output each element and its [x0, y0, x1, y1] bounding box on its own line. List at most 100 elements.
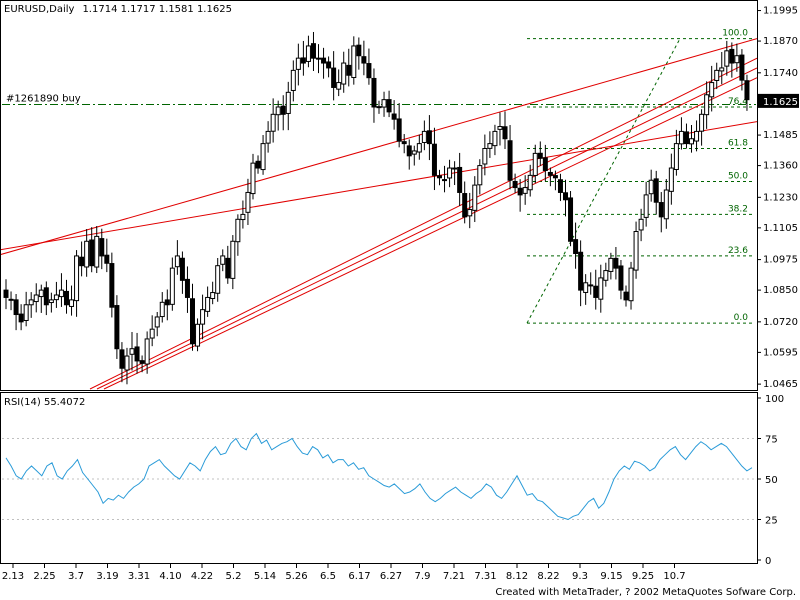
candle-bull — [33, 294, 39, 303]
candle-bear — [573, 239, 579, 254]
candle-bull — [608, 257, 614, 272]
x-tick-label: 2.13 — [2, 571, 24, 582]
candle-bear — [366, 63, 372, 79]
candle-bear — [331, 67, 337, 88]
candle-bull — [628, 267, 634, 302]
x-tick-label: 3.19 — [96, 571, 118, 582]
candle-bear — [190, 298, 195, 345]
candle-bear — [401, 141, 407, 145]
candle-bull — [527, 174, 533, 191]
candle-bear — [79, 256, 85, 267]
candle-bear — [179, 257, 185, 281]
candle-bull — [421, 130, 427, 143]
candle-bull — [159, 301, 165, 318]
x-tick-label: 9.15 — [600, 571, 622, 582]
candle-bull — [38, 289, 44, 298]
price-tick-label: 1.0595 — [763, 347, 798, 358]
candle-bull — [734, 55, 740, 64]
price-tick-label: 1.1870 — [763, 36, 798, 47]
candle-bull — [144, 338, 150, 365]
candle-bear — [537, 152, 543, 159]
metatrader-chart: 100.076.461.850.038.223.60.0 1.19951.187… — [0, 0, 799, 598]
candle-bear — [653, 178, 659, 203]
candle-bear — [99, 238, 105, 257]
candle-bull — [714, 69, 720, 81]
candle-bull — [598, 277, 604, 300]
candle-bear — [164, 299, 170, 306]
candle-bull — [532, 152, 538, 176]
x-tick-label: 3.31 — [128, 571, 150, 582]
candle-bull — [341, 62, 347, 85]
x-tick-label: 3.7 — [68, 571, 84, 582]
candle-bear — [119, 349, 125, 369]
candle-bear — [507, 140, 513, 181]
svg-text:1.1625: 1.1625 — [763, 97, 798, 108]
candle-bear — [436, 175, 442, 179]
price-tick-label: 1.1740 — [763, 68, 798, 79]
candle-bear — [346, 64, 352, 76]
candle-bear — [618, 265, 624, 291]
candle-bull — [290, 69, 296, 91]
candle-bull — [69, 299, 75, 307]
candle-bull — [215, 265, 221, 294]
fib-level-label: 100.0 — [722, 29, 748, 39]
candle-bear — [356, 44, 362, 57]
candle-bear — [310, 43, 316, 59]
candle-bull — [467, 209, 473, 217]
candle-bull — [74, 255, 80, 302]
price-tick-label: 1.1230 — [763, 192, 798, 203]
rsi-tick-label: 25 — [765, 516, 778, 527]
candle-bear — [300, 57, 306, 64]
candle-bull — [129, 348, 135, 355]
candle-bull — [699, 113, 705, 132]
candle-bull — [220, 255, 226, 265]
rsi-label: RSI(14) 55.4072 — [4, 397, 85, 408]
candle-bear — [744, 80, 750, 101]
candle-bull — [250, 162, 256, 195]
candle-bull — [643, 194, 649, 218]
candle-bull — [411, 150, 417, 155]
candle-bull — [154, 316, 160, 328]
price-tick-label: 1.0465 — [763, 379, 798, 390]
x-tick-label: 9.3 — [572, 571, 588, 582]
last-price-tag: 1.1625 — [758, 93, 799, 108]
candle-bull — [694, 130, 700, 142]
x-tick-label: 8.22 — [537, 571, 559, 582]
candle-bear — [517, 187, 523, 196]
candle-bear — [613, 257, 619, 269]
candle-bull — [719, 67, 725, 72]
candle-bear — [8, 298, 14, 301]
order-label: #1261890 buy — [6, 94, 81, 105]
candle-bear — [134, 346, 140, 362]
candle-bear — [426, 130, 432, 145]
candle-bear — [683, 131, 689, 145]
rsi-tick-label: 75 — [765, 435, 778, 446]
candle-bear — [578, 251, 584, 291]
x-tick-label: 9.25 — [632, 571, 654, 582]
candle-bull — [205, 296, 211, 312]
candle-bear — [406, 145, 412, 157]
candle-bear — [371, 77, 377, 108]
candle-bear — [280, 105, 286, 115]
candle-bull — [648, 179, 654, 195]
candle-bull — [492, 130, 498, 147]
candle-bear — [658, 202, 664, 218]
candle-bear — [431, 143, 437, 176]
candle-bear — [512, 180, 518, 189]
candle-bull — [94, 235, 100, 268]
candle-bull — [28, 299, 34, 306]
candle-bear — [462, 193, 468, 218]
price-tick-label: 1.1485 — [763, 130, 798, 141]
candle-bull — [416, 143, 422, 153]
candle-bear — [376, 106, 382, 109]
fib-level-label: 23.6 — [728, 246, 748, 256]
candle-bear — [139, 360, 145, 364]
price-tick-label: 1.0975 — [763, 255, 798, 266]
candle-bull — [84, 240, 90, 268]
candle-bull — [240, 213, 246, 221]
candle-bull — [633, 231, 639, 271]
candle-bear — [739, 54, 745, 81]
rsi-tick-label: 100 — [765, 394, 784, 405]
candle-bull — [381, 99, 387, 108]
candle-bull — [704, 94, 710, 116]
